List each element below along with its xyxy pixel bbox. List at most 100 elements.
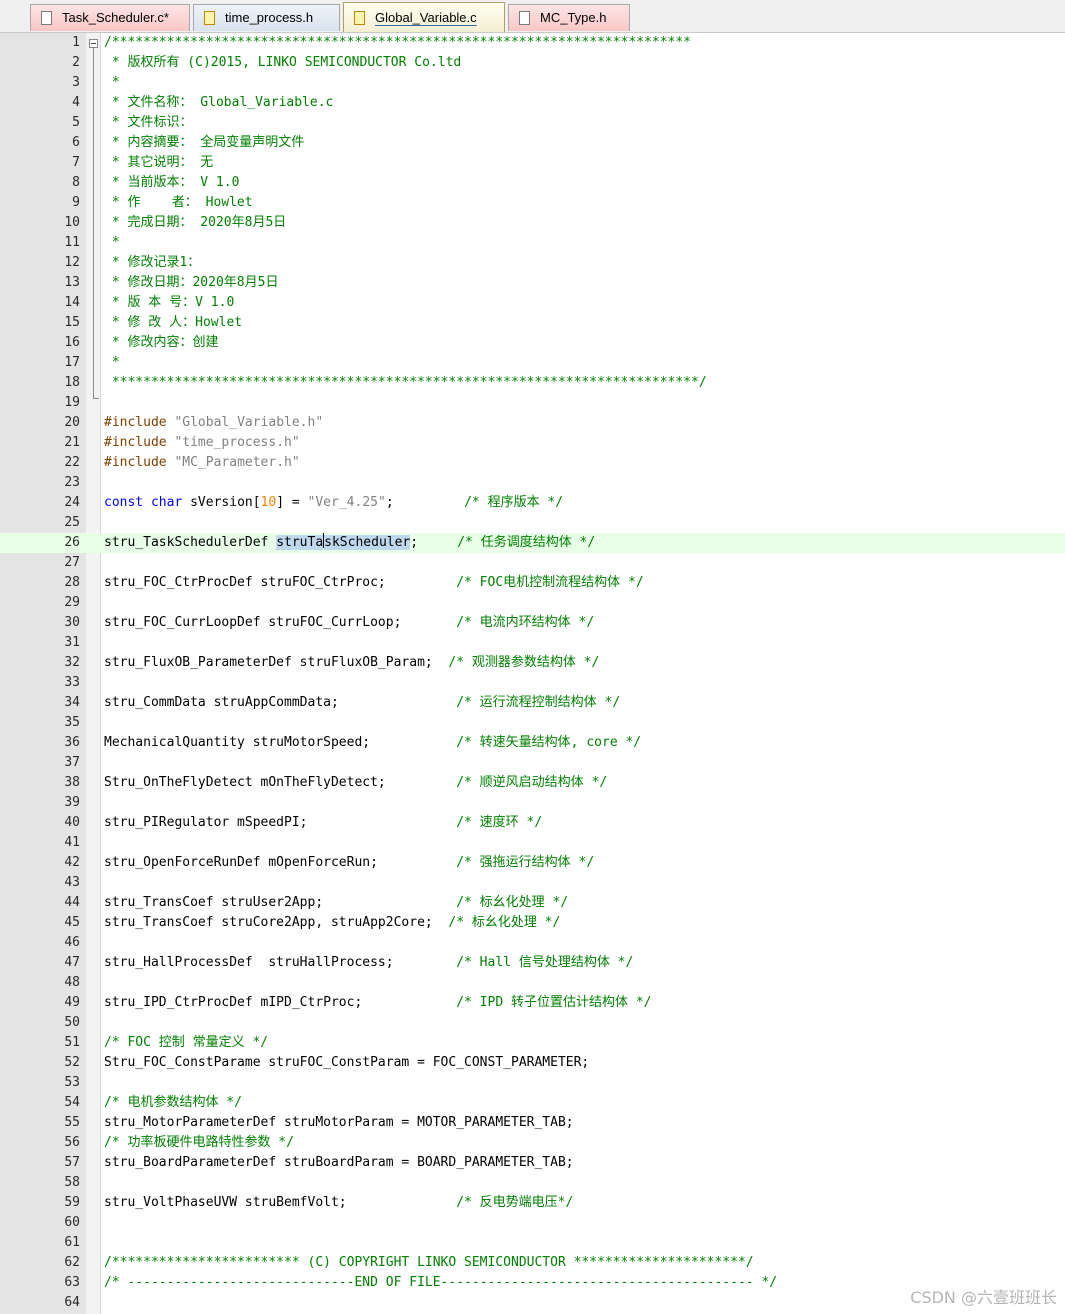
code-line[interactable]: 14 * 版 本 号：V 1.0 <box>0 293 1065 313</box>
code-line[interactable]: 49 stru_IPD_CtrProcDef mIPD_CtrProc; /* I… <box>0 993 1065 1013</box>
code-line[interactable]: 38 Stru_OnTheFlyDetect mOnTheFlyDetect; /… <box>0 773 1065 793</box>
code-text[interactable]: ****************************************… <box>104 373 707 393</box>
code-line[interactable]: 58 <box>0 1173 1065 1193</box>
code-line[interactable]: 46 <box>0 933 1065 953</box>
code-line[interactable]: 6 * 内容摘要： 全局变量声明文件 <box>0 133 1065 153</box>
code-text[interactable]: #include "time_process.h" <box>104 433 300 453</box>
code-line[interactable]: 26 stru_TaskSchedulerDef struTaskSchedule… <box>0 533 1065 553</box>
code-line[interactable]: 25 <box>0 513 1065 533</box>
code-line[interactable]: 10 * 完成日期： 2020年8月5日 <box>0 213 1065 233</box>
code-line[interactable]: 36 MechanicalQuantity struMotorSpeed; /* … <box>0 733 1065 753</box>
code-text[interactable]: stru_BoardParameterDef struBoardParam = … <box>104 1153 574 1173</box>
code-line[interactable]: 63 /* -----------------------------END OF… <box>0 1273 1065 1293</box>
code-text[interactable]: stru_MotorParameterDef struMotorParam = … <box>104 1113 574 1133</box>
code-line[interactable]: 64 <box>0 1293 1065 1313</box>
code-line[interactable]: 42 stru_OpenForceRunDef mOpenForceRun; /*… <box>0 853 1065 873</box>
code-text[interactable]: * 修改记录1： <box>104 253 201 273</box>
code-text[interactable]: stru_PIRegulator mSpeedPI; /* 速度环 */ <box>104 813 542 833</box>
tab-global-variable[interactable]: Global_Variable.c <box>343 2 505 32</box>
code-line[interactable]: 2 * 版权所有 (C)2015, LINKO SEMICONDUCTOR Co… <box>0 53 1065 73</box>
code-line[interactable]: 47 stru_HallProcessDef struHallProcess; /… <box>0 953 1065 973</box>
code-line[interactable]: 16 * 修改内容：创建 <box>0 333 1065 353</box>
code-line[interactable]: 43 <box>0 873 1065 893</box>
code-line[interactable]: 23 <box>0 473 1065 493</box>
code-text[interactable]: Stru_FOC_ConstParame struFOC_ConstParam … <box>104 1053 589 1073</box>
code-text[interactable]: MechanicalQuantity struMotorSpeed; /* 转速… <box>104 733 641 753</box>
code-line[interactable]: 29 <box>0 593 1065 613</box>
code-line[interactable]: 45 stru_TransCoef struCore2App, struApp2C… <box>0 913 1065 933</box>
code-text[interactable]: /***************************************… <box>104 33 691 53</box>
code-text[interactable]: stru_FluxOB_ParameterDef struFluxOB_Para… <box>104 653 599 673</box>
code-line[interactable]: 27 <box>0 553 1065 573</box>
code-line[interactable]: 31 <box>0 633 1065 653</box>
tab-mc-type[interactable]: MC_Type.h <box>508 4 630 31</box>
code-text[interactable]: stru_TaskSchedulerDef struTaskScheduler;… <box>104 533 595 553</box>
code-text[interactable]: * <box>104 73 120 93</box>
code-line[interactable]: 24 const char sVersion[10] = "Ver_4.25"; … <box>0 493 1065 513</box>
code-line[interactable]: 20 #include "Global_Variable.h" <box>0 413 1065 433</box>
code-line[interactable]: 34 stru_CommData struAppCommData; /* 运行流程… <box>0 693 1065 713</box>
code-text[interactable]: * 修改日期：2020年8月5日 <box>104 273 279 293</box>
code-line[interactable]: 35 <box>0 713 1065 733</box>
code-text[interactable]: * 修改内容：创建 <box>104 333 219 353</box>
code-text[interactable]: const char sVersion[10] = "Ver_4.25"; /*… <box>104 493 563 513</box>
code-text[interactable]: stru_FOC_CtrProcDef struFOC_CtrProc; /* … <box>104 573 644 593</box>
code-line[interactable]: 21 #include "time_process.h" <box>0 433 1065 453</box>
code-text[interactable]: stru_TransCoef struCore2App, struApp2Cor… <box>104 913 560 933</box>
code-line[interactable]: 54 /* 电机参数结构体 */ <box>0 1093 1065 1113</box>
code-line[interactable]: 22 #include "MC_Parameter.h" <box>0 453 1065 473</box>
code-line[interactable]: 30 stru_FOC_CurrLoopDef struFOC_CurrLoop;… <box>0 613 1065 633</box>
code-text[interactable]: * 版权所有 (C)2015, LINKO SEMICONDUCTOR Co.l… <box>104 53 461 73</box>
code-text[interactable]: stru_OpenForceRunDef mOpenForceRun; /* 强… <box>104 853 594 873</box>
code-text[interactable]: * 版 本 号：V 1.0 <box>104 293 234 313</box>
code-line[interactable]: 44 stru_TransCoef struUser2App; /* 标幺化处理 … <box>0 893 1065 913</box>
code-line[interactable]: 8 * 当前版本： V 1.0 <box>0 173 1065 193</box>
code-text[interactable]: stru_FOC_CurrLoopDef struFOC_CurrLoop; /… <box>104 613 594 633</box>
code-line[interactable]: 39 <box>0 793 1065 813</box>
code-line[interactable]: 5 * 文件标识： <box>0 113 1065 133</box>
code-line[interactable]: 3 * <box>0 73 1065 93</box>
code-text[interactable]: /* FOC 控制 常量定义 */ <box>104 1033 268 1053</box>
code-line[interactable]: 53 <box>0 1073 1065 1093</box>
code-line[interactable]: 19 <box>0 393 1065 413</box>
code-text[interactable]: /* 功率板硬件电路特性参数 */ <box>104 1133 294 1153</box>
code-text[interactable]: stru_TransCoef struUser2App; /* 标幺化处理 */ <box>104 893 568 913</box>
code-line[interactable]: 32 stru_FluxOB_ParameterDef struFluxOB_Pa… <box>0 653 1065 673</box>
code-line[interactable]: 59 stru_VoltPhaseUVW struBemfVolt; /* 反电势… <box>0 1193 1065 1213</box>
code-line[interactable]: 62 /************************ (C) COPYRIGH… <box>0 1253 1065 1273</box>
code-line[interactable]: 61 <box>0 1233 1065 1253</box>
code-line[interactable]: 33 <box>0 673 1065 693</box>
code-line[interactable]: 41 <box>0 833 1065 853</box>
code-line[interactable]: 52 Stru_FOC_ConstParame struFOC_ConstPara… <box>0 1053 1065 1073</box>
code-text[interactable]: stru_HallProcessDef struHallProcess; /* … <box>104 953 633 973</box>
code-line[interactable]: 51 /* FOC 控制 常量定义 */ <box>0 1033 1065 1053</box>
code-text[interactable]: Stru_OnTheFlyDetect mOnTheFlyDetect; /* … <box>104 773 607 793</box>
tab-task-scheduler[interactable]: Task_Scheduler.c* <box>30 4 190 31</box>
code-line[interactable]: 15 * 修 改 人：Howlet <box>0 313 1065 333</box>
code-line[interactable]: 1 /**************************************… <box>0 33 1065 53</box>
code-text[interactable]: * 文件名称： Global_Variable.c <box>104 93 334 113</box>
code-editor[interactable]: 1 /**************************************… <box>0 33 1065 1314</box>
code-text[interactable]: * 内容摘要： 全局变量声明文件 <box>104 133 305 153</box>
code-text[interactable]: * 作 者： Howlet <box>104 193 253 213</box>
code-line[interactable]: 37 <box>0 753 1065 773</box>
code-line[interactable]: 55 stru_MotorParameterDef struMotorParam … <box>0 1113 1065 1133</box>
fold-collapse-icon[interactable] <box>89 39 98 48</box>
code-line[interactable]: 56 /* 功率板硬件电路特性参数 */ <box>0 1133 1065 1153</box>
code-line[interactable]: 9 * 作 者： Howlet <box>0 193 1065 213</box>
code-text[interactable]: * 当前版本： V 1.0 <box>104 173 240 193</box>
code-line[interactable]: 60 <box>0 1213 1065 1233</box>
code-text[interactable]: * <box>104 353 120 373</box>
code-text[interactable]: stru_IPD_CtrProcDef mIPD_CtrProc; /* IPD… <box>104 993 651 1013</box>
code-line[interactable]: 7 * 其它说明： 无 <box>0 153 1065 173</box>
code-line[interactable]: 40 stru_PIRegulator mSpeedPI; /* 速度环 */ <box>0 813 1065 833</box>
code-line[interactable]: 48 <box>0 973 1065 993</box>
code-text[interactable]: stru_VoltPhaseUVW struBemfVolt; /* 反电势端电… <box>104 1193 573 1213</box>
code-line[interactable]: 28 stru_FOC_CtrProcDef struFOC_CtrProc; /… <box>0 573 1065 593</box>
code-text[interactable]: /* 电机参数结构体 */ <box>104 1093 242 1113</box>
code-text[interactable]: /************************ (C) COPYRIGHT … <box>104 1253 754 1273</box>
code-text[interactable]: * 修 改 人：Howlet <box>104 313 242 333</box>
code-text[interactable]: /* -----------------------------END OF F… <box>104 1273 777 1293</box>
code-line[interactable]: 50 <box>0 1013 1065 1033</box>
code-text[interactable]: #include "Global_Variable.h" <box>104 413 323 433</box>
